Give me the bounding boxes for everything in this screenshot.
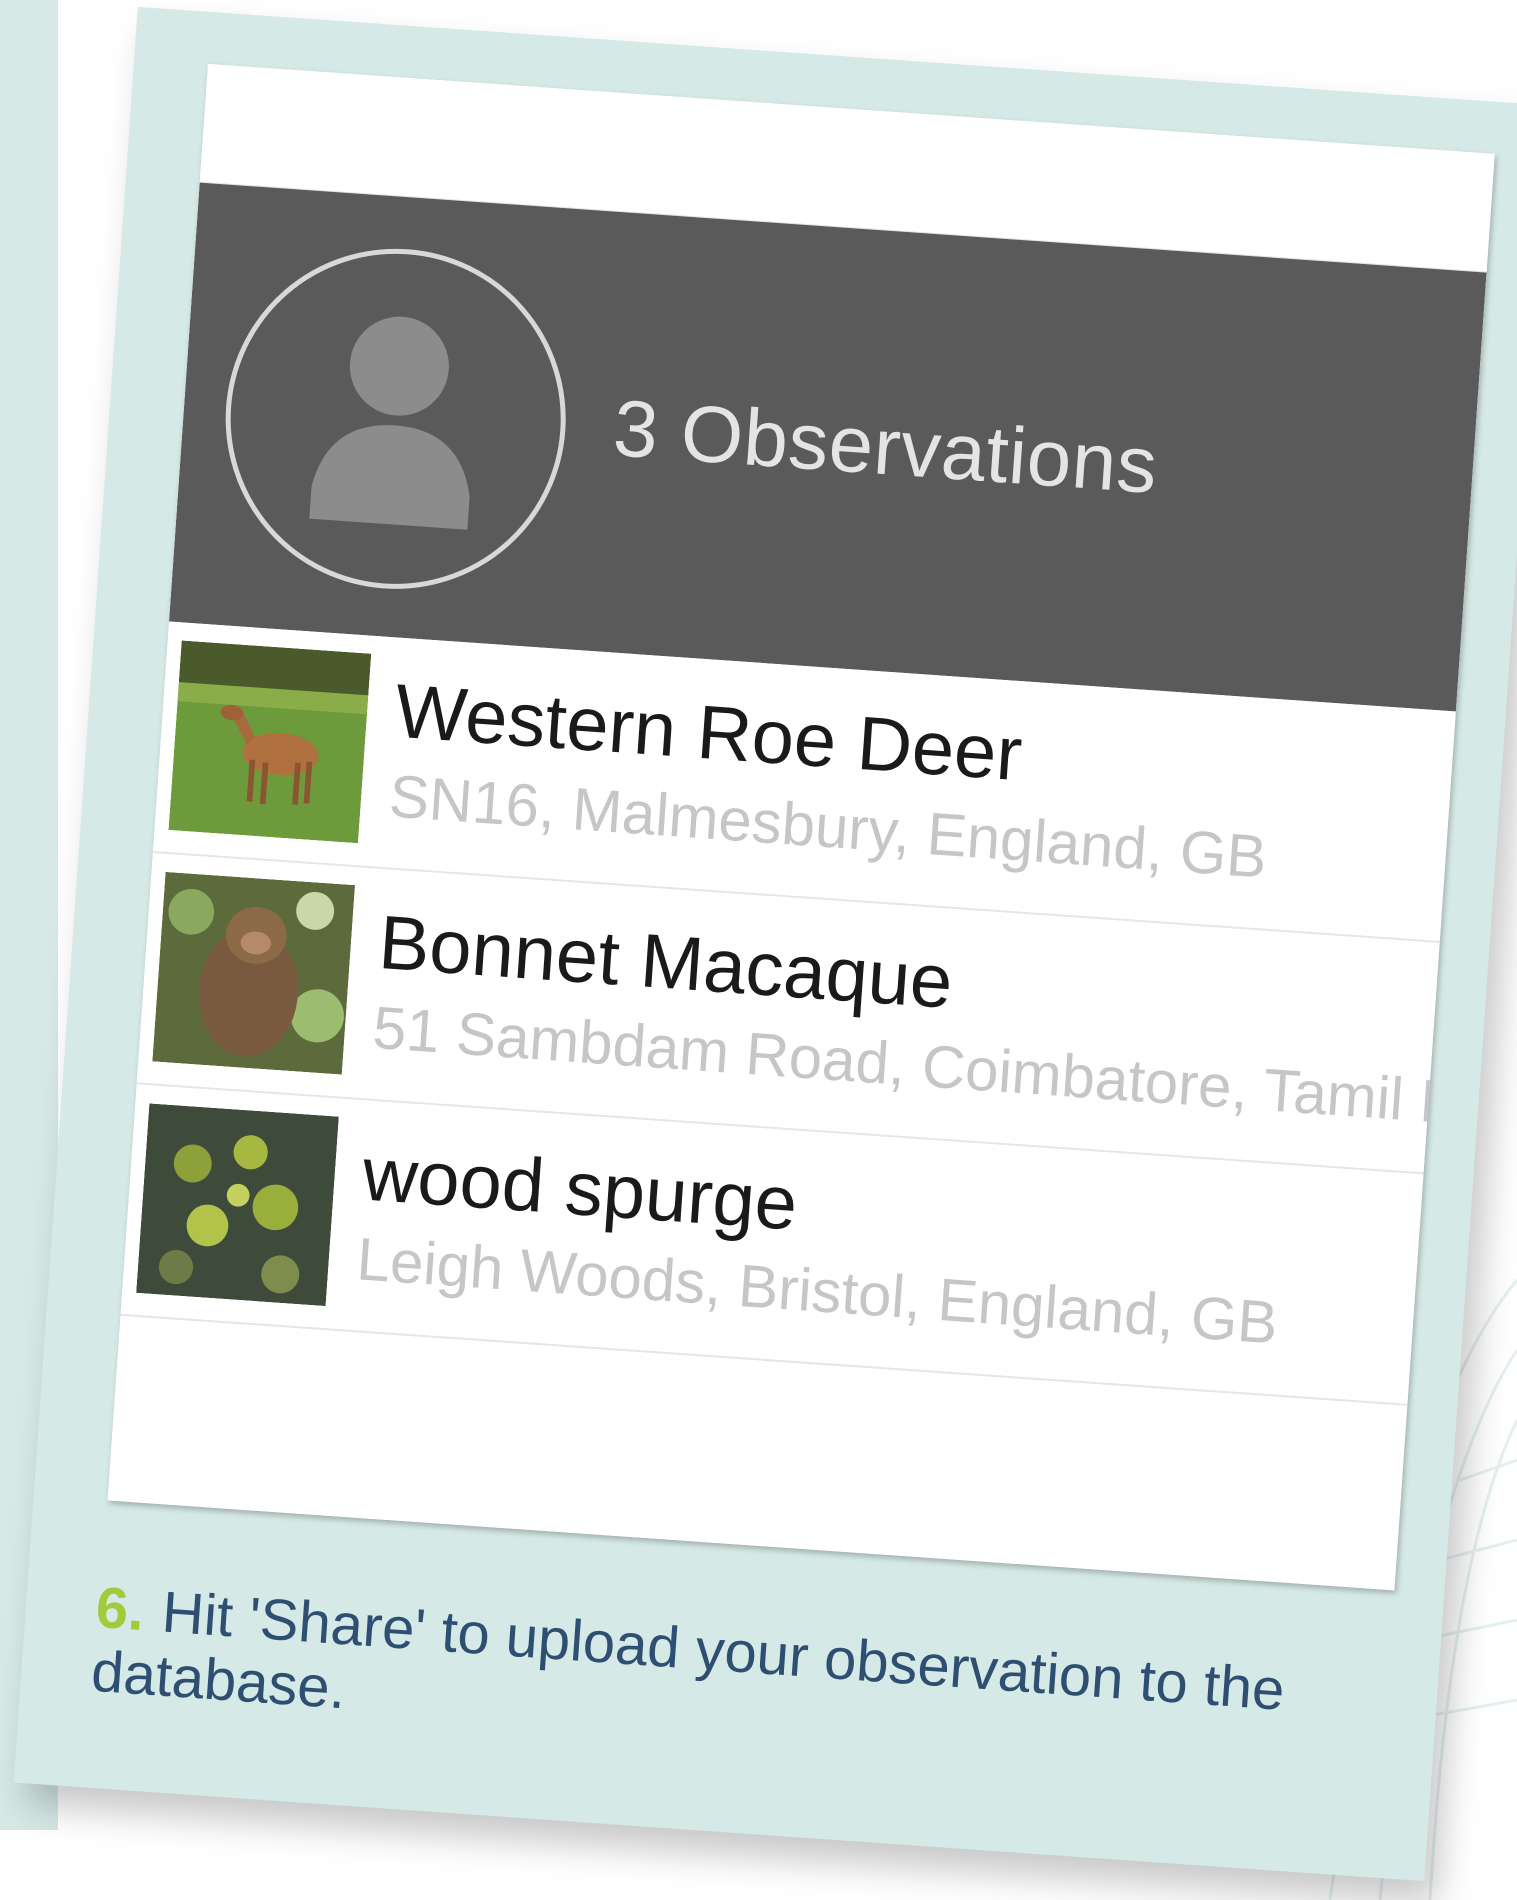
step-text: Hit 'Share' to upload your observation t… <box>89 1579 1287 1723</box>
macaque-photo <box>152 871 356 1075</box>
instruction-caption: 6. Hit 'Share' to upload your observation… <box>89 1574 1355 1792</box>
wood-spurge-photo <box>136 1103 339 1307</box>
user-silhouette-icon <box>309 316 470 530</box>
observation-count: 3 Observations <box>610 383 1161 510</box>
step-number: 6. <box>93 1574 147 1644</box>
observation-place: Leigh Woods, Bristol, England, GB <box>354 1225 1280 1357</box>
avatar[interactable] <box>214 237 578 601</box>
page-stage: 3 Observations Western Roe Deer SN16, Ma… <box>0 0 1517 1900</box>
instruction-card: 3 Observations Western Roe Deer SN16, Ma… <box>13 6 1517 1882</box>
roe-deer-photo <box>168 640 372 844</box>
profile-header: 3 Observations <box>169 182 1487 712</box>
phone-screenshot: 3 Observations Western Roe Deer SN16, Ma… <box>107 63 1495 1591</box>
